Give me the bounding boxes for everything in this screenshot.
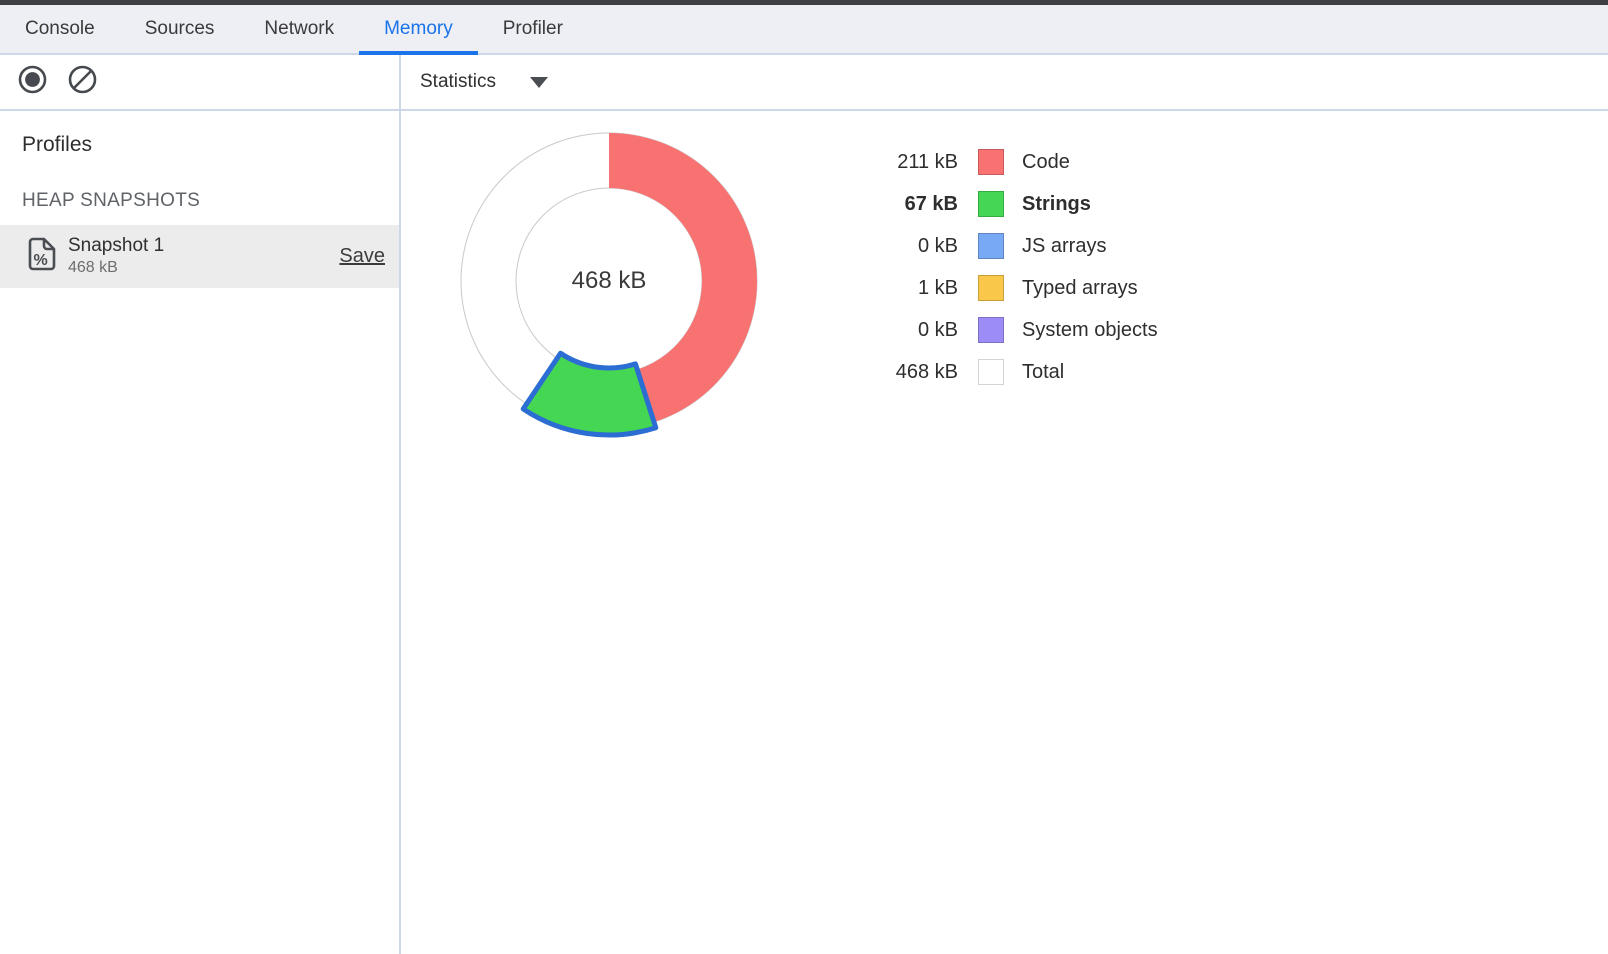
donut-inner-outline [516, 188, 702, 374]
profiles-sidebar: Profiles HEAP SNAPSHOTS % Snapshot 1 468… [0, 113, 399, 954]
total-color-swatch [978, 359, 1004, 385]
legend-value: 211 kB [858, 151, 958, 174]
sidebar-divider[interactable] [399, 55, 401, 954]
tab-console[interactable]: Console [0, 5, 120, 53]
snapshot-meta: Snapshot 1 468 kB [68, 235, 339, 277]
system-objects-color-swatch [978, 317, 1004, 343]
legend-label: Total [1022, 361, 1064, 384]
devtools-tab-bar: Console Sources Network Memory Profiler [0, 5, 1608, 55]
js-arrays-color-swatch [978, 233, 1004, 259]
legend-label: Strings [1022, 193, 1091, 216]
heap-statistics-legend: 211 kB Code 67 kB Strings 0 kB JS arrays… [858, 141, 1158, 393]
legend-value: 1 kB [858, 277, 958, 300]
legend-value: 67 kB [858, 193, 958, 216]
legend-row-system-objects[interactable]: 0 kB System objects [858, 309, 1158, 351]
legend-row-typed-arrays[interactable]: 1 kB Typed arrays [858, 267, 1158, 309]
clear-profiles-button[interactable] [66, 66, 98, 98]
legend-value: 0 kB [858, 235, 958, 258]
legend-value: 0 kB [858, 319, 958, 342]
strings-color-swatch [978, 191, 1004, 217]
devtools-memory-panel: Console Sources Network Memory Profiler [0, 0, 1608, 954]
legend-label: Code [1022, 151, 1070, 174]
perspective-select[interactable]: Statistics [420, 71, 548, 93]
memory-toolbar: Statistics [0, 55, 1608, 111]
sidebar-item-snapshot-1[interactable]: % Snapshot 1 468 kB Save [0, 225, 399, 288]
pie-slice-strings[interactable] [523, 353, 656, 435]
heap-snapshots-heading: HEAP SNAPSHOTS [22, 190, 399, 212]
record-icon [17, 64, 48, 100]
tab-sources[interactable]: Sources [120, 5, 240, 53]
svg-text:%: % [34, 252, 48, 269]
legend-label: JS arrays [1022, 235, 1106, 258]
heap-statistics-donut-chart [449, 121, 769, 441]
tab-memory[interactable]: Memory [359, 5, 478, 53]
chevron-down-icon [530, 77, 548, 88]
legend-label: System objects [1022, 319, 1158, 342]
typed-arrays-color-swatch [978, 275, 1004, 301]
tab-profiler[interactable]: Profiler [478, 5, 588, 53]
heap-snapshot-file-icon: % [28, 237, 56, 276]
legend-row-total[interactable]: 468 kB Total [858, 351, 1158, 393]
save-snapshot-link[interactable]: Save [339, 245, 385, 268]
code-color-swatch [978, 149, 1004, 175]
legend-row-strings[interactable]: 67 kB Strings [858, 183, 1158, 225]
clear-icon [67, 64, 98, 100]
legend-label: Typed arrays [1022, 277, 1138, 300]
snapshot-name: Snapshot 1 [68, 235, 339, 257]
view-toolbar: Statistics [399, 55, 1608, 109]
sidebar-title: Profiles [22, 133, 399, 157]
legend-row-code[interactable]: 211 kB Code [858, 141, 1158, 183]
legend-row-js-arrays[interactable]: 0 kB JS arrays [858, 225, 1158, 267]
record-heap-snapshot-button[interactable] [16, 66, 48, 98]
tab-network[interactable]: Network [239, 5, 359, 53]
legend-value: 468 kB [858, 361, 958, 384]
perspective-select-value: Statistics [420, 71, 496, 93]
profiles-toolbar [0, 55, 399, 109]
snapshot-size: 468 kB [68, 259, 339, 277]
